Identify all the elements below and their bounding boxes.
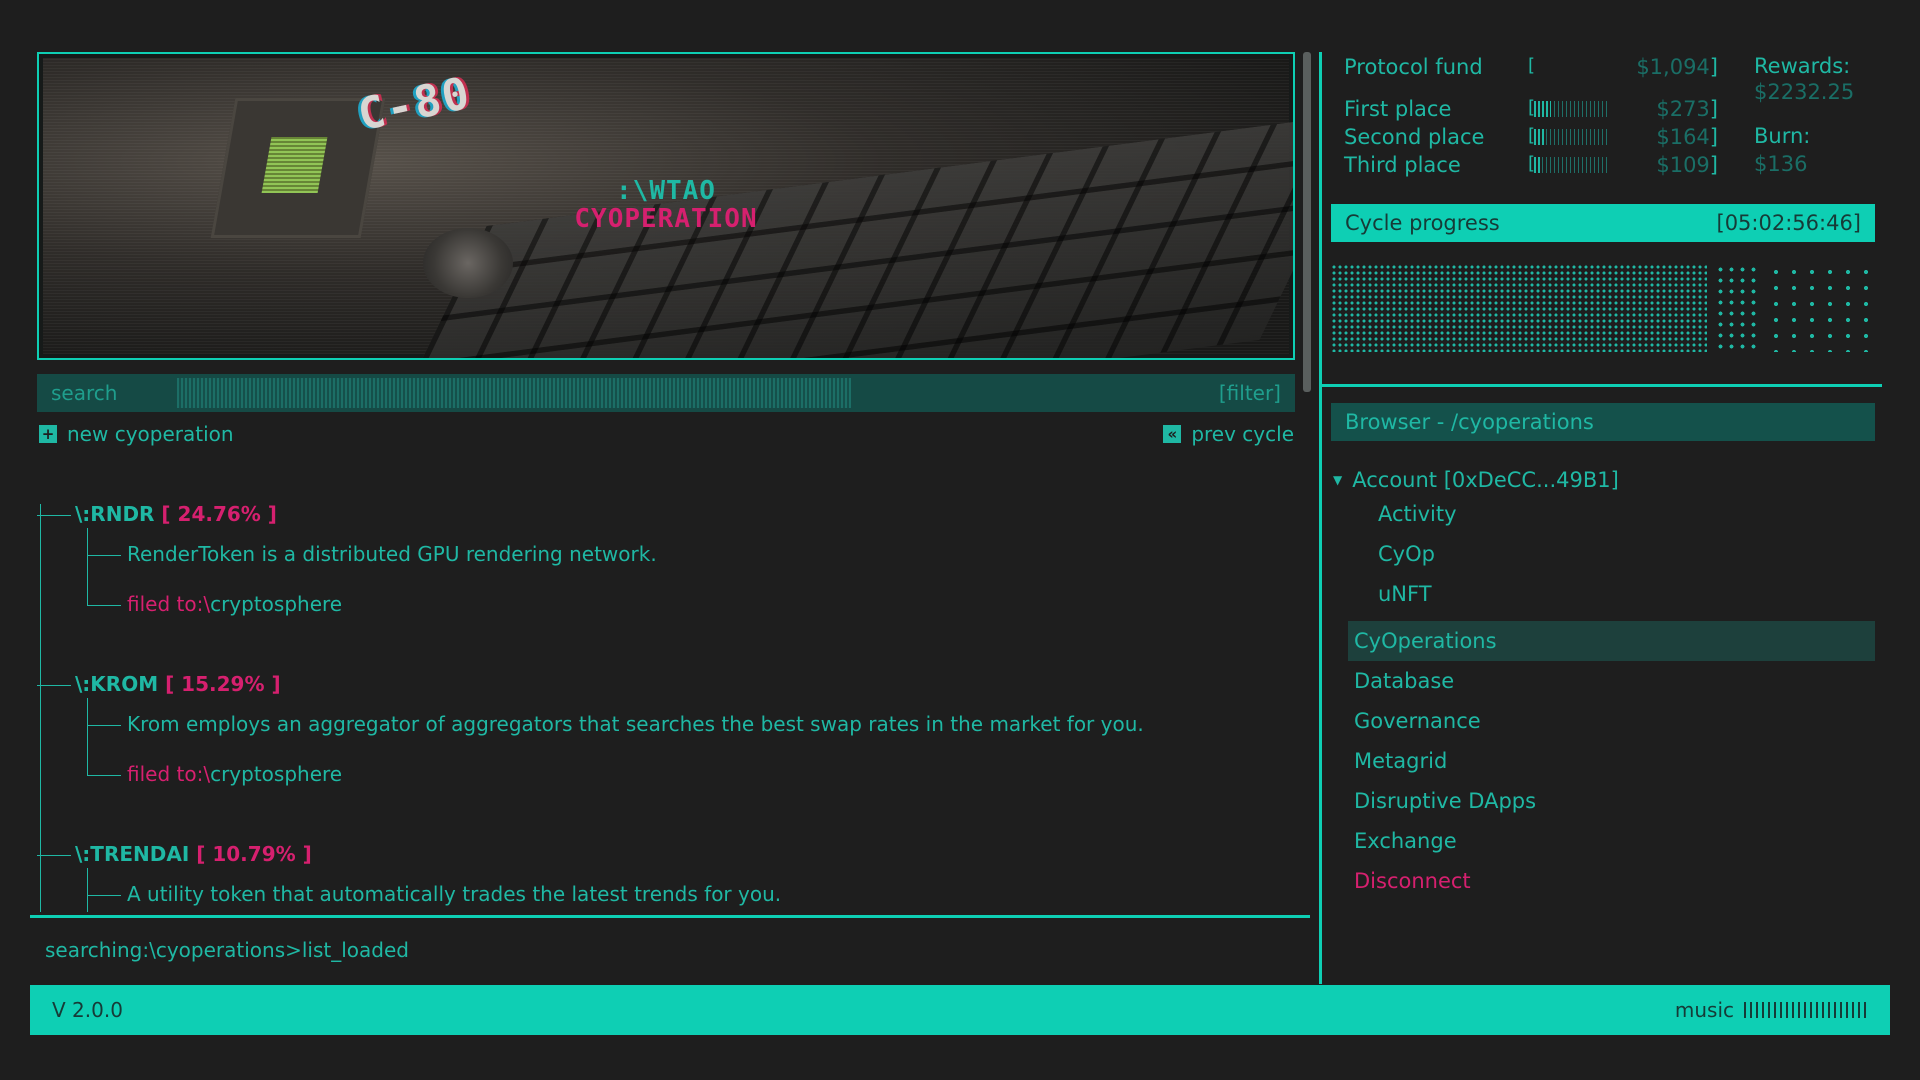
prize-amount: $273 — [1656, 97, 1710, 121]
prize-row: Third place [ $109] — [1344, 153, 1718, 177]
left-scrollbar[interactable] — [1303, 52, 1311, 392]
prize-amount: $164 — [1656, 125, 1710, 149]
triangle-down-icon: ▼ — [1333, 473, 1343, 487]
search-placeholder: search — [51, 381, 118, 405]
cycle-progress-label: Cycle progress — [1345, 211, 1500, 235]
entry-heading[interactable]: \:TRENDAI [ 10.79% ] — [37, 842, 312, 866]
entry-heading[interactable]: \:KROM [ 15.29% ] — [37, 672, 281, 696]
prize-row: First place [ $273] — [1344, 97, 1718, 121]
dot-matrix-elapsed — [1331, 264, 1707, 352]
music-control[interactable]: music — [1675, 998, 1868, 1022]
prize-table: Protocol fund [ $1,094] First place [ $2… — [1344, 52, 1864, 182]
dot-matrix-current — [1715, 264, 1759, 352]
nav-item-metagrid[interactable]: Metagrid — [1348, 741, 1875, 781]
entry-ticker: \:KROM — [75, 672, 159, 696]
cycle-dot-matrix — [1331, 264, 1875, 354]
entry-ticker: \:RNDR — [75, 502, 155, 526]
rewards-value: $2232.25 — [1754, 80, 1855, 104]
hero-banner: C-80 :\WTAO CYOPERATION — [37, 52, 1295, 360]
browser-header: Browser - /cyoperations — [1331, 403, 1875, 441]
cyoperation-list: \:RNDR [ 24.76% ] RenderToken is a distr… — [37, 480, 1307, 912]
cycle-progress-bar: Cycle progress [05:02:56:46] — [1331, 204, 1875, 242]
account-label: Account [0xDeCC...49B1] — [1352, 468, 1619, 492]
entry-percent: [ 15.29% ] — [165, 672, 281, 696]
prize-bar: [ — [1528, 125, 1618, 147]
entry-description: A utility token that automatically trade… — [87, 882, 781, 906]
banner-title: :\WTAO CYOPERATION — [39, 176, 1293, 234]
nav-item-unft[interactable]: uNFT — [1378, 582, 1432, 606]
entry-filed: filed to:\cryptosphere — [87, 592, 342, 616]
music-label: music — [1674, 998, 1734, 1022]
disconnect-button[interactable]: Disconnect — [1348, 861, 1875, 901]
search-fill-pattern — [177, 378, 851, 408]
dot-matrix-remaining — [1767, 264, 1875, 352]
new-cyoperation-label: new cyoperation — [67, 422, 234, 446]
filter-button[interactable]: [filter] — [1219, 381, 1281, 405]
prize-label: First place — [1344, 97, 1452, 121]
nav-item-cyop[interactable]: CyOp — [1378, 542, 1435, 566]
burn-value: $136 — [1754, 152, 1808, 176]
keyboard-graphic — [376, 112, 1293, 358]
knob-graphic — [423, 228, 513, 298]
nav-item-activity[interactable]: Activity — [1378, 502, 1457, 526]
entry-heading[interactable]: \:RNDR [ 24.76% ] — [37, 502, 277, 526]
nav-item-cyoperations[interactable]: CyOperations — [1348, 621, 1875, 661]
prize-amount: $1,094 — [1636, 55, 1710, 79]
cycle-countdown: [05:02:56:46] — [1716, 211, 1862, 235]
entry-description: RenderToken is a distributed GPU renderi… — [87, 542, 657, 566]
brand-logo-text: :\WTAO — [616, 176, 716, 206]
prize-row: Second place [ $164] — [1344, 125, 1718, 149]
new-cyoperation-button[interactable]: + new cyoperation — [39, 422, 234, 446]
entry-percent: [ 24.76% ] — [161, 502, 277, 526]
bottom-bar: V 2.0.0 music — [30, 985, 1890, 1035]
prize-bar: [ — [1528, 153, 1618, 175]
entry-description: Krom employs an aggregator of aggregator… — [87, 712, 1144, 736]
prize-label: Third place — [1344, 153, 1461, 177]
nav-item-disruptive-dapps[interactable]: Disruptive DApps — [1348, 781, 1875, 821]
rewards-label: Rewards: — [1754, 54, 1851, 78]
brand-title: CYOPERATION — [574, 204, 758, 234]
prev-cycle-label: prev cycle — [1191, 422, 1294, 446]
right-divider — [1322, 384, 1882, 387]
search-input[interactable]: search [filter] — [37, 374, 1295, 412]
device-plate-graphic: C-80 — [353, 67, 476, 142]
nav-item-governance[interactable]: Governance — [1348, 701, 1875, 741]
panel-divider — [1319, 52, 1322, 984]
plus-icon: + — [39, 425, 57, 443]
status-divider — [30, 915, 1310, 918]
status-text: searching:\cyoperations>list_loaded — [45, 938, 409, 962]
account-toggle[interactable]: ▼ Account [0xDeCC...49B1] — [1333, 468, 1619, 492]
prize-bar: [ — [1528, 97, 1618, 119]
music-volume-bars[interactable] — [1744, 1002, 1868, 1018]
entry-ticker: \:TRENDAI — [75, 842, 190, 866]
prize-amount: $109 — [1656, 153, 1710, 177]
burn-label: Burn: — [1754, 124, 1811, 148]
entry-percent: [ 10.79% ] — [196, 842, 312, 866]
nav-item-database[interactable]: Database — [1348, 661, 1875, 701]
version-label: V 2.0.0 — [52, 998, 123, 1022]
prev-cycle-button[interactable]: « prev cycle — [1163, 422, 1294, 446]
prize-label: Protocol fund — [1344, 55, 1483, 79]
nav-item-exchange[interactable]: Exchange — [1348, 821, 1875, 861]
prize-row: Protocol fund [ $1,094] — [1344, 55, 1718, 79]
entry-filed: filed to:\cryptosphere — [87, 762, 342, 786]
double-chevron-left-icon: « — [1163, 425, 1182, 443]
prize-label: Second place — [1344, 125, 1485, 149]
prize-bar: [ — [1528, 55, 1536, 76]
